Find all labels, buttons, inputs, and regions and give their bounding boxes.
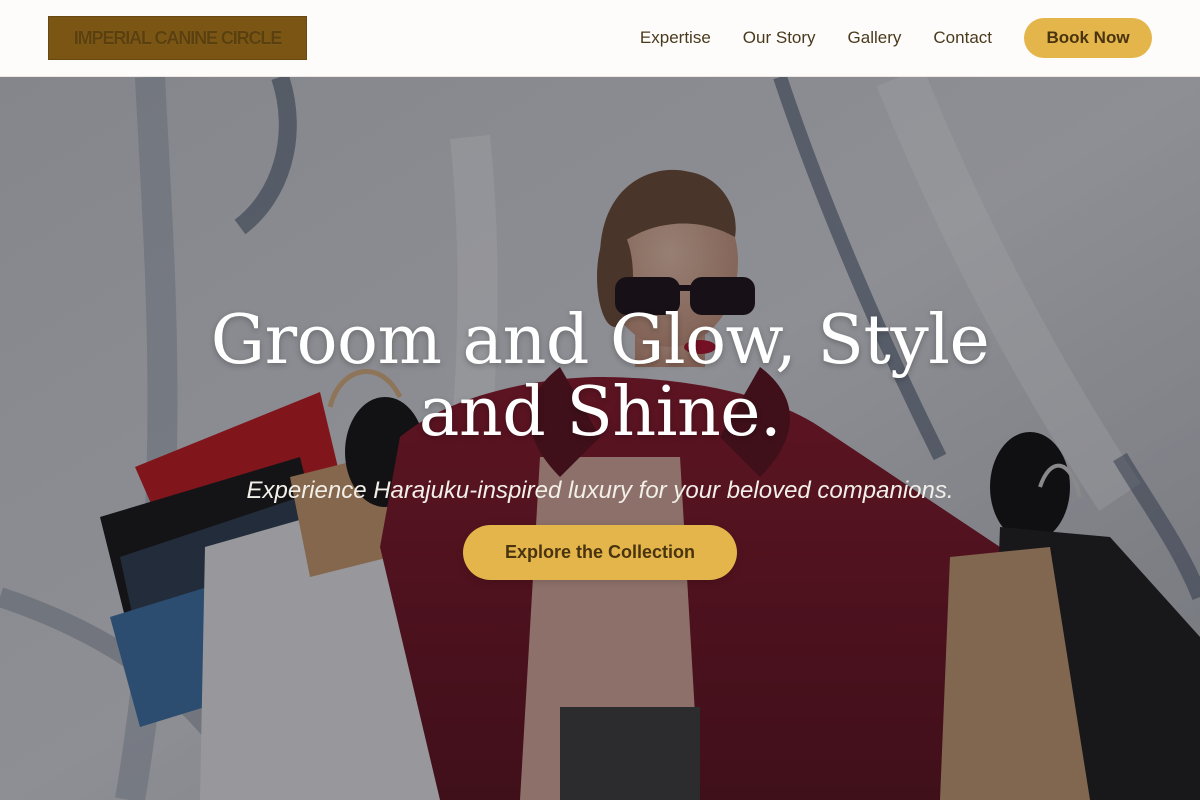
hero-content: Groom and Glow, Style and Shine. Experie…: [0, 77, 1200, 800]
nav-link-expertise[interactable]: Expertise: [640, 28, 711, 48]
hero-title: Groom and Glow, Style and Shine.: [210, 301, 990, 452]
nav-link-contact[interactable]: Contact: [933, 28, 992, 48]
nav-link-gallery[interactable]: Gallery: [848, 28, 902, 48]
explore-collection-button[interactable]: Explore the Collection: [463, 525, 737, 580]
site-header: IMPERIAL CANINE CIRCLE Expertise Our Sto…: [0, 0, 1200, 77]
nav-link-our-story[interactable]: Our Story: [743, 28, 816, 48]
hero-section: Groom and Glow, Style and Shine. Experie…: [0, 77, 1200, 800]
book-now-button[interactable]: Book Now: [1024, 18, 1152, 58]
hero-subtitle: Experience Harajuku-inspired luxury for …: [246, 477, 954, 504]
main-nav: Expertise Our Story Gallery Contact Book…: [640, 18, 1152, 58]
brand-logo[interactable]: IMPERIAL CANINE CIRCLE: [48, 16, 307, 60]
brand-logo-text: IMPERIAL CANINE CIRCLE: [73, 27, 283, 48]
